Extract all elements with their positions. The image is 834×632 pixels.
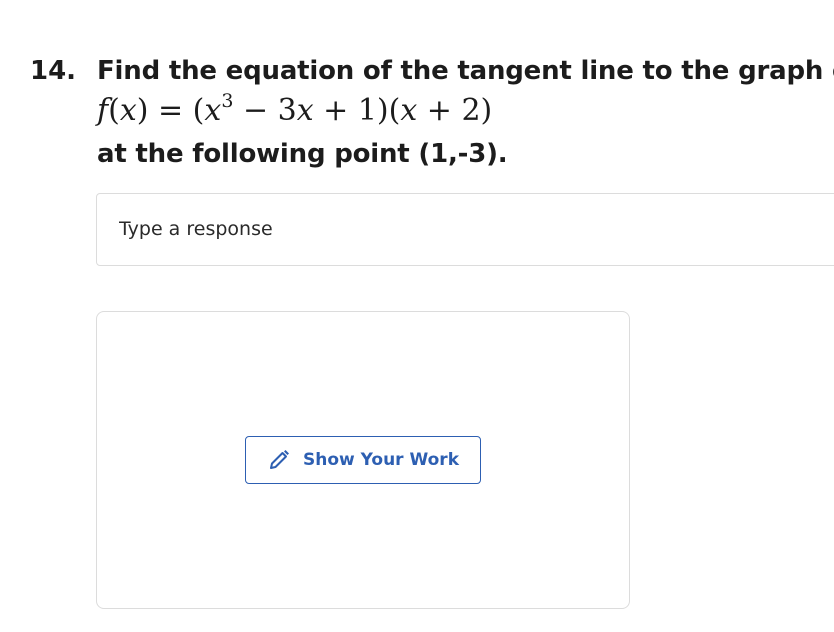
response-input[interactable] [119, 218, 719, 240]
formula-equals: = ( [148, 93, 205, 128]
formula-exponent: 3 [221, 90, 234, 112]
formula-x-linear: x [296, 93, 314, 128]
question-number: 14. [30, 56, 77, 86]
show-your-work-label: Show Your Work [303, 450, 459, 470]
question-text-line1: Find the equation of the tangent line to… [97, 56, 834, 86]
show-your-work-button[interactable]: Show Your Work [245, 436, 481, 484]
formula-open-paren: ( [108, 93, 120, 128]
formula-close-paren: ) [136, 93, 149, 128]
formula-func: f [97, 93, 109, 128]
formula-x-second-factor: x [400, 93, 418, 128]
formula-x-cubed-base: x [204, 93, 222, 128]
question-formula: f(x) = (x3 − 3x + 1)(x + 2) [97, 91, 492, 131]
pencil-icon [267, 448, 291, 472]
response-box[interactable] [96, 193, 834, 266]
question-text-line3: at the following point (1,-3). [97, 139, 508, 169]
formula-term3: + 1)( [313, 93, 401, 128]
formula-term2: − 3 [233, 93, 297, 128]
formula-term4: + 2) [417, 93, 493, 128]
formula-var: x [119, 93, 137, 128]
show-work-panel: Show Your Work [96, 311, 630, 609]
